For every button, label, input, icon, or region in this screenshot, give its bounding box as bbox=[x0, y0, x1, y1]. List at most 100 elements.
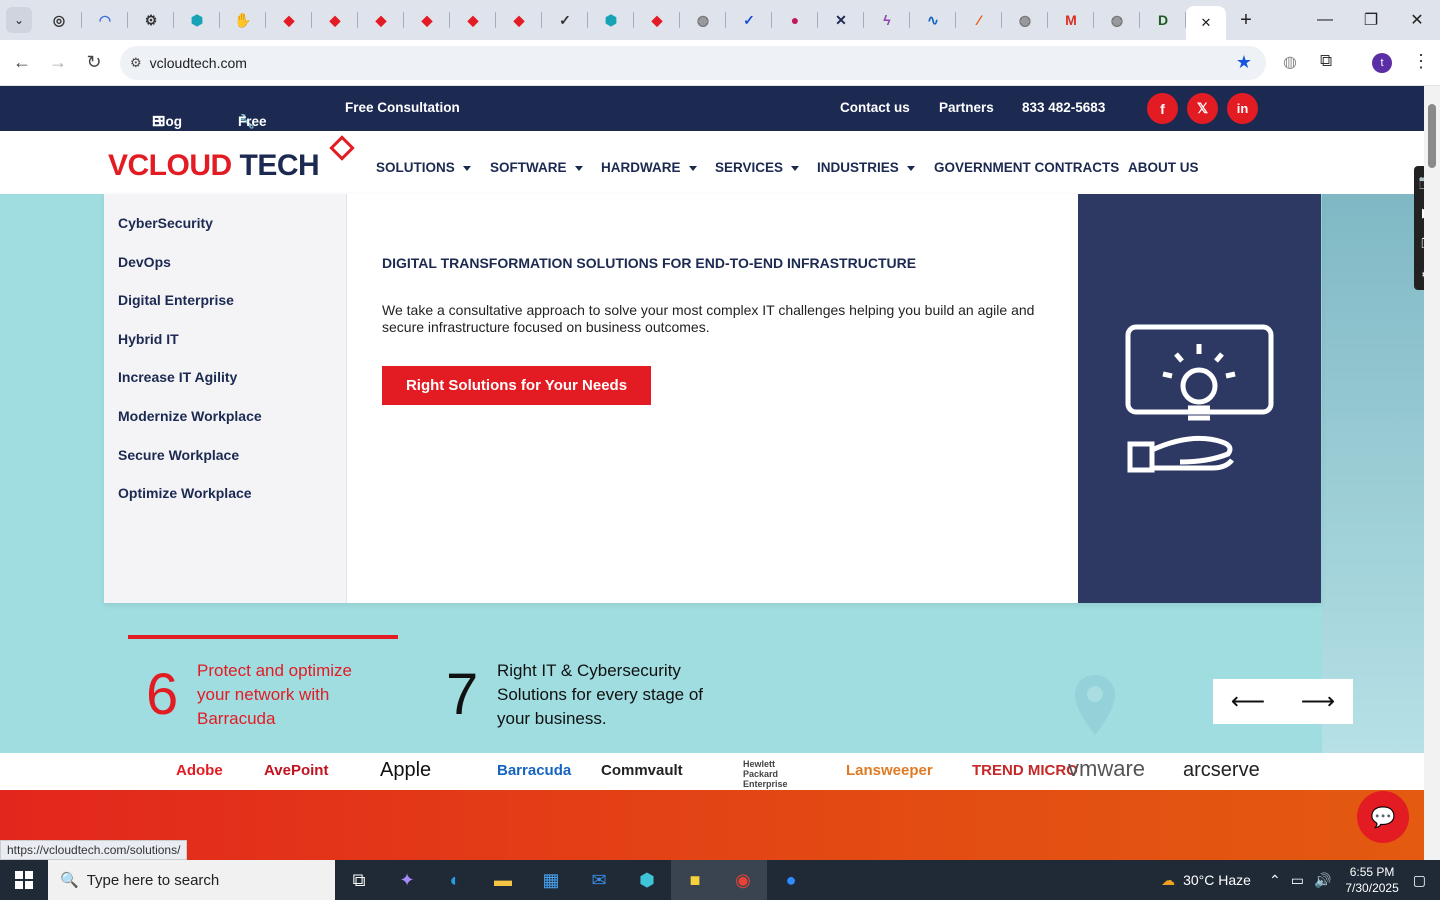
extensions-icon[interactable]: ⧉ bbox=[1320, 51, 1332, 71]
network-icon[interactable]: ▭ bbox=[1291, 872, 1304, 889]
task-view-icon[interactable]: ⧉ bbox=[335, 860, 383, 900]
windows-start-icon[interactable] bbox=[0, 860, 48, 900]
address-bar[interactable]: ⚙ vcloudtech.com ★ bbox=[120, 46, 1266, 80]
reload-icon[interactable]: ↻ bbox=[76, 45, 112, 81]
nav-item-about-us[interactable]: ABOUT US bbox=[1128, 160, 1199, 175]
copilot-icon[interactable]: ✦ bbox=[383, 860, 431, 900]
chrome-icon[interactable]: ◉ bbox=[719, 860, 767, 900]
tab-search-button[interactable]: ⌄ bbox=[6, 7, 32, 33]
browser-tab[interactable]: ◎ bbox=[36, 0, 82, 40]
nav-item-solutions[interactable]: SOLUTIONS bbox=[376, 160, 471, 175]
brand-logo[interactable]: TREND MICRO bbox=[972, 762, 1078, 779]
browser-tab[interactable]: ✓ bbox=[542, 0, 588, 40]
tab-active[interactable]: ✕ bbox=[1186, 6, 1226, 40]
minimize-icon[interactable]: — bbox=[1302, 0, 1348, 40]
browser-tab[interactable]: ◆ bbox=[634, 0, 680, 40]
mega-menu-item[interactable]: CyberSecurity bbox=[118, 215, 213, 231]
slide-text[interactable]: Right IT & Cybersecurity Solutions for e… bbox=[497, 659, 707, 731]
contact-link[interactable]: Contact us bbox=[840, 100, 910, 115]
site-logo[interactable]: VCLOUD TECH bbox=[108, 149, 320, 183]
browser-tab[interactable]: ⬢ bbox=[174, 0, 220, 40]
linkedin-icon[interactable]: in bbox=[1227, 93, 1258, 124]
browser-tab[interactable]: ϟ bbox=[864, 0, 910, 40]
mega-menu-item[interactable]: Increase IT Agility bbox=[118, 369, 237, 385]
brand-logo[interactable]: Commvault bbox=[601, 762, 683, 779]
store-icon[interactable]: ▦ bbox=[527, 860, 575, 900]
previous-arrow-icon[interactable]: ⟵ bbox=[1213, 679, 1283, 724]
translate-icon[interactable]: ◍ bbox=[1283, 52, 1297, 72]
mega-menu-item[interactable]: Secure Workplace bbox=[118, 447, 239, 463]
browser-tab[interactable]: ◠ bbox=[82, 0, 128, 40]
phone-link[interactable]: 833 482-5683 bbox=[1022, 100, 1105, 115]
brand-logo[interactable]: Barracuda bbox=[497, 762, 571, 779]
browser-tab[interactable]: ⬢ bbox=[588, 0, 634, 40]
chat-icon[interactable]: 💬 bbox=[1357, 791, 1409, 843]
browser-tab[interactable]: ◆ bbox=[450, 0, 496, 40]
nav-item-hardware[interactable]: HARDWARE bbox=[601, 160, 697, 175]
volume-icon[interactable]: 🔊 bbox=[1314, 872, 1331, 889]
browser-tab[interactable]: ◆ bbox=[358, 0, 404, 40]
sticky-notes-icon[interactable]: ■ bbox=[671, 860, 719, 900]
browser-tab[interactable]: ◍ bbox=[1094, 0, 1140, 40]
edge-icon[interactable]: ◐ bbox=[431, 860, 479, 900]
browser-tab[interactable]: ◆ bbox=[266, 0, 312, 40]
browser-tab[interactable]: ⚙ bbox=[128, 0, 174, 40]
taskbar-search[interactable]: 🔍 Type here to search bbox=[48, 860, 335, 900]
zoom-icon[interactable]: ● bbox=[767, 860, 815, 900]
mega-menu-item[interactable]: Digital Enterprise bbox=[118, 292, 234, 308]
new-tab-button[interactable]: + bbox=[1230, 4, 1262, 36]
nav-item-government-contracts[interactable]: GOVERNMENT CONTRACTS bbox=[934, 160, 1119, 175]
next-arrow-icon[interactable]: ⟶ bbox=[1283, 679, 1353, 724]
browser-tab[interactable]: ✕ bbox=[818, 0, 864, 40]
mega-menu-item[interactable]: Optimize Workplace bbox=[118, 485, 252, 501]
site-info-icon[interactable]: ⚙ bbox=[130, 55, 142, 71]
profile-avatar[interactable]: t bbox=[1372, 53, 1392, 73]
brand-logo[interactable]: arcserve bbox=[1183, 759, 1260, 782]
brand-logo[interactable]: Hewlett Packard Enterprise bbox=[743, 759, 803, 789]
browser-tab[interactable]: ◆ bbox=[496, 0, 542, 40]
file-explorer-icon[interactable]: ▬ bbox=[479, 860, 527, 900]
url-text[interactable]: vcloudtech.com bbox=[150, 55, 247, 71]
nav-item-industries[interactable]: INDUSTRIES bbox=[817, 160, 915, 175]
partners-link[interactable]: Partners bbox=[939, 100, 994, 115]
browser-tab[interactable]: D bbox=[1140, 0, 1186, 40]
slide-text[interactable]: Protect and optimize your network with B… bbox=[197, 659, 387, 731]
browser-tab[interactable]: ⁄ bbox=[956, 0, 1002, 40]
mail-icon[interactable]: ✉ bbox=[575, 860, 623, 900]
brand-logo[interactable]: Apple bbox=[380, 759, 431, 782]
restore-icon[interactable]: ❐ bbox=[1348, 0, 1394, 40]
brand-logo[interactable]: Adobe bbox=[176, 762, 223, 779]
mega-menu-item[interactable]: Hybrid IT bbox=[118, 331, 179, 347]
browser-tab[interactable]: ◆ bbox=[312, 0, 358, 40]
scrollbar-thumb[interactable] bbox=[1428, 104, 1436, 168]
browser-tab[interactable]: ✋ bbox=[220, 0, 266, 40]
brand-logo[interactable]: AvePoint bbox=[264, 762, 328, 779]
x-twitter-icon[interactable]: 𝕏 bbox=[1187, 93, 1218, 124]
clock[interactable]: 6:55 PM 7/30/2025 bbox=[1345, 864, 1398, 896]
browser-tab[interactable]: ● bbox=[772, 0, 818, 40]
menu-kebab-icon[interactable]: ⋮ bbox=[1412, 51, 1430, 72]
close-tab-icon[interactable]: ✕ bbox=[1201, 15, 1212, 31]
notification-icon[interactable]: ▢ bbox=[1413, 872, 1426, 889]
facebook-icon[interactable]: f bbox=[1147, 93, 1178, 124]
weather-text[interactable]: 30°C Haze bbox=[1183, 872, 1251, 888]
nav-item-services[interactable]: SERVICES bbox=[715, 160, 800, 175]
browser-tab[interactable]: ∿ bbox=[910, 0, 956, 40]
app-hex-icon[interactable]: ⬢ bbox=[623, 860, 671, 900]
brand-logo[interactable]: vmware bbox=[1068, 756, 1145, 782]
mega-menu-item[interactable]: Modernize Workplace bbox=[118, 408, 262, 424]
browser-tab[interactable]: ◍ bbox=[680, 0, 726, 40]
browser-tab[interactable]: ◆ bbox=[404, 0, 450, 40]
brand-logo[interactable]: Lansweeper bbox=[846, 762, 933, 779]
right-solutions-button[interactable]: Right Solutions for Your Needs bbox=[382, 366, 651, 405]
window-close-icon[interactable]: ✕ bbox=[1394, 0, 1440, 40]
browser-tab[interactable]: ◍ bbox=[1002, 0, 1048, 40]
bookmark-star-icon[interactable]: ★ bbox=[1236, 52, 1252, 73]
back-icon[interactable]: ← bbox=[4, 45, 40, 81]
browser-tab[interactable]: ✓ bbox=[726, 0, 772, 40]
nav-item-software[interactable]: SOFTWARE bbox=[490, 160, 583, 175]
free-consultation-link[interactable]: Free Consultation bbox=[345, 100, 460, 115]
tray-chevron-icon[interactable]: ⌃ bbox=[1269, 872, 1281, 889]
forward-icon[interactable]: → bbox=[40, 45, 76, 81]
browser-tab[interactable]: M bbox=[1048, 0, 1094, 40]
